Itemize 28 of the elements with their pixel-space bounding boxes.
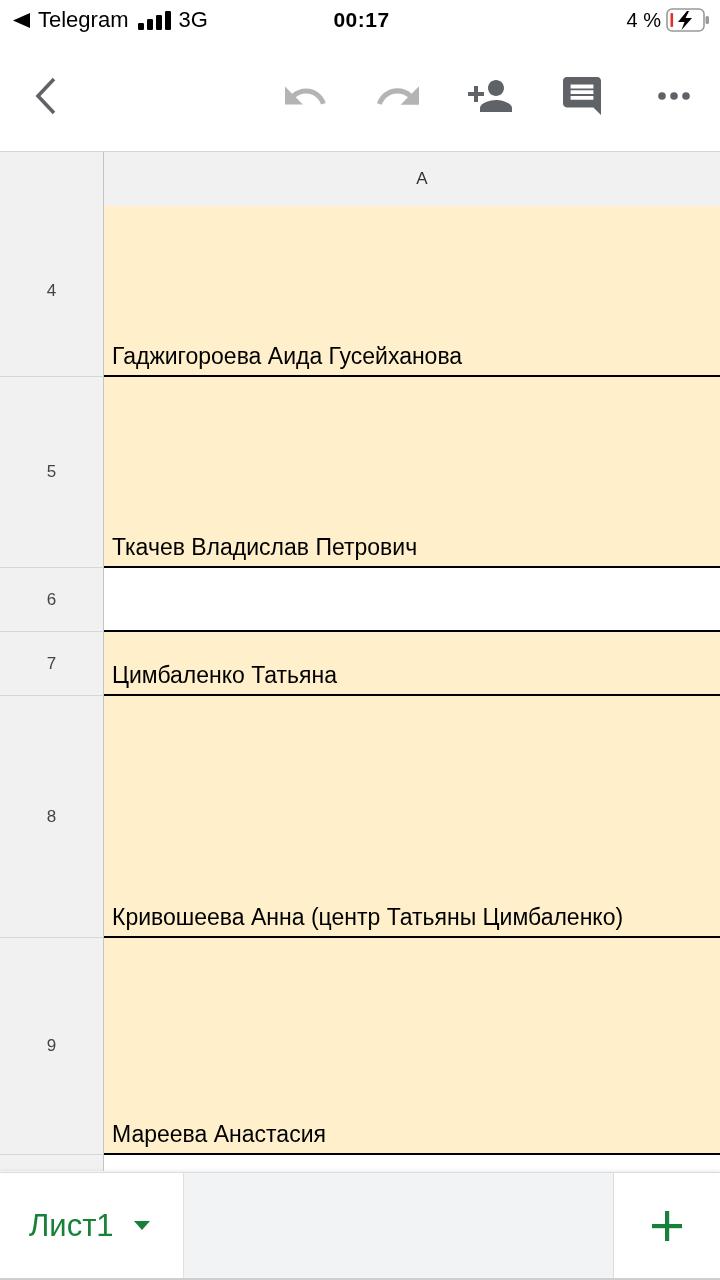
network-label: 3G xyxy=(178,7,208,33)
back-icon[interactable] xyxy=(13,12,30,28)
redo-icon xyxy=(377,86,419,105)
table-cell[interactable]: Цимбаленко Татьяна xyxy=(104,632,720,696)
table-cell[interactable]: Кривошеева Анна (центр Татьяны Цимбаленко) xyxy=(104,696,720,938)
table-cell[interactable]: Ткачев Владислав Петрович xyxy=(104,377,720,568)
row-header[interactable]: 9 xyxy=(0,938,104,1155)
caret-icon xyxy=(133,1221,150,1230)
row-header[interactable]: 4 xyxy=(0,206,104,377)
battery-icon xyxy=(666,8,710,32)
back-app-label[interactable]: Telegram xyxy=(38,7,129,33)
row-header[interactable]: 7 xyxy=(0,632,104,696)
table-cell[interactable]: Мареева Анастасия xyxy=(104,938,720,1155)
column-header[interactable]: A xyxy=(104,152,720,206)
table-cell[interactable]: Гаджигороева Аида Гусейханова xyxy=(104,206,720,377)
plus-icon xyxy=(652,1210,682,1241)
signal-icon xyxy=(138,10,172,30)
row-header[interactable]: 6 xyxy=(0,568,104,632)
more-icon xyxy=(658,91,690,100)
back-chevron-icon xyxy=(35,76,57,115)
battery-percent: 4 % xyxy=(626,8,661,32)
sheet-tab[interactable]: Лист1 xyxy=(0,1173,184,1278)
row-header[interactable]: 8 xyxy=(0,696,104,938)
undo-icon xyxy=(285,86,327,105)
comment-icon xyxy=(563,76,601,115)
row-header[interactable]: 5 xyxy=(0,377,104,568)
clock: 00:17 xyxy=(333,8,390,32)
add-person-icon xyxy=(468,79,512,112)
